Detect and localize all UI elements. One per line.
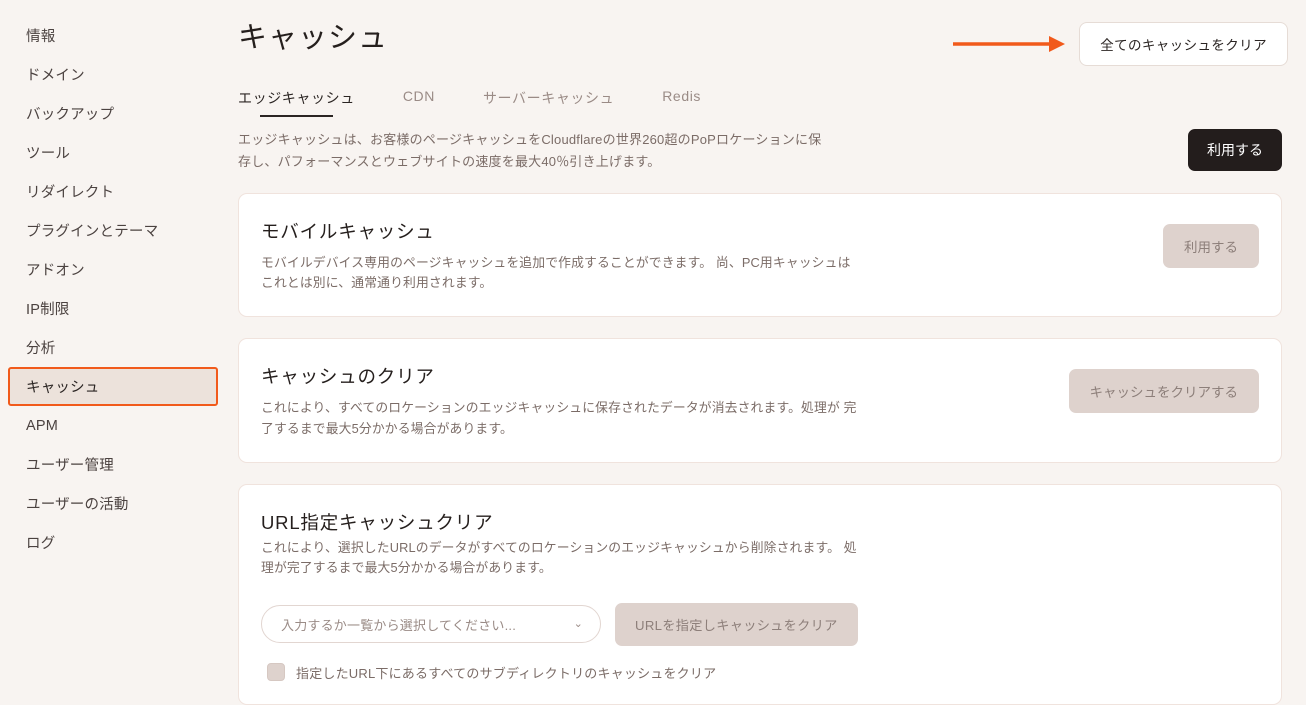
intro-description: エッジキャッシュは、お客様のページキャッシュをCloudflareの世界260超… bbox=[238, 132, 822, 169]
sidebar-item-label: 情報 bbox=[26, 29, 56, 45]
subdirectory-checkbox-label[interactable]: 指定したURL下にあるすべてのサブディレクトリのキャッシュをクリア bbox=[296, 663, 716, 682]
url-cache-controls: 入力するか一覧から選択してください... ⌄ URLを指定しキャッシュをクリア bbox=[261, 602, 1259, 646]
sidebar-item-analytics[interactable]: 分析 bbox=[8, 328, 218, 367]
page-header: キャッシュ 全てのキャッシュをクリア bbox=[232, 0, 1288, 66]
sidebar-item-label: アドオン bbox=[26, 263, 85, 279]
sidebar-item-label: 分析 bbox=[26, 341, 56, 357]
sidebar-item-cache[interactable]: キャッシュ bbox=[8, 367, 218, 406]
sidebar-item-label: IP制限 bbox=[26, 302, 70, 318]
card-description: これにより、選択したURLのデータがすべてのロケーションのエッジキャッシュから削… bbox=[261, 539, 857, 576]
chevron-down-icon: ⌄ bbox=[573, 617, 583, 630]
sidebar-item-label: キャッシュ bbox=[26, 380, 100, 396]
card-body: モバイルキャッシュ モバイルデバイス専用のページキャッシュを追加で作成することが… bbox=[261, 218, 1163, 294]
sidebar-item-tools[interactable]: ツール bbox=[8, 133, 218, 172]
clear-all-cache-button[interactable]: 全てのキャッシュをクリア bbox=[1079, 22, 1288, 66]
card-mobile-cache: モバイルキャッシュ モバイルデバイス専用のページキャッシュを追加で作成することが… bbox=[238, 192, 1282, 318]
sidebar-item-ip-restriction[interactable]: IP制限 bbox=[8, 289, 218, 328]
tab-cdn[interactable]: CDN bbox=[403, 88, 435, 117]
enable-edge-cache-button[interactable]: 利用する bbox=[1188, 129, 1282, 171]
card-actions: 利用する bbox=[1163, 218, 1259, 268]
clear-url-cache-button[interactable]: URLを指定しキャッシュをクリア bbox=[615, 602, 858, 646]
card-title: URL指定キャッシュクリア bbox=[261, 511, 494, 533]
sidebar-item-label: ユーザー管理 bbox=[26, 458, 114, 474]
sidebar-item-label: ツール bbox=[26, 146, 71, 162]
url-select-placeholder: 入力するか一覧から選択してください... bbox=[281, 617, 517, 633]
sidebar-item-info[interactable]: 情報 bbox=[8, 16, 218, 55]
sidebar-item-redirect[interactable]: リダイレクト bbox=[8, 172, 218, 211]
sidebar-item-label: ドメイン bbox=[26, 68, 85, 84]
clear-cache-button[interactable]: キャッシュをクリアする bbox=[1068, 369, 1259, 414]
sidebar-item-label: ユーザーの活動 bbox=[26, 497, 129, 513]
card-title: キャッシュのクリア bbox=[261, 366, 435, 388]
card-clear-cache: キャッシュのクリア これにより、すべてのロケーションのエッジキャッシュに保存され… bbox=[238, 338, 1282, 463]
sidebar-item-plugins-themes[interactable]: プラグインとテーマ bbox=[8, 211, 218, 250]
tab-server-cache[interactable]: サーバーキャッシュ bbox=[483, 88, 614, 117]
enable-mobile-cache-button[interactable]: 利用する bbox=[1163, 223, 1259, 268]
card-actions: キャッシュをクリアする bbox=[1068, 363, 1259, 414]
header-actions: 全てのキャッシュをクリア bbox=[953, 14, 1288, 66]
tab-redis[interactable]: Redis bbox=[662, 88, 701, 117]
sidebar-item-label: バックアップ bbox=[26, 107, 115, 123]
intro-section: エッジキャッシュは、お客様のページキャッシュをCloudflareの世界260超… bbox=[232, 117, 1288, 173]
card-url-cache-clear: URL指定キャッシュクリア これにより、選択したURLのデータがすべてのロケーシ… bbox=[238, 483, 1282, 705]
subdirectory-checkbox-row: 指定したURL下にあるすべてのサブディレクトリのキャッシュをクリア bbox=[261, 663, 1259, 682]
card-body: キャッシュのクリア これにより、すべてのロケーションのエッジキャッシュに保存され… bbox=[261, 363, 1069, 439]
sidebar-item-domain[interactable]: ドメイン bbox=[8, 55, 218, 94]
sidebar: 情報 ドメイン バックアップ ツール リダイレクト プラグインとテーマ アドオン… bbox=[0, 0, 226, 690]
sidebar-item-user-management[interactable]: ユーザー管理 bbox=[8, 445, 218, 484]
card-description: これにより、すべてのロケーションのエッジキャッシュに保存されたデータが消去されま… bbox=[261, 400, 857, 436]
main-content: キャッシュ 全てのキャッシュをクリア エッジキャッシュ CDN サーバーキャッシ… bbox=[226, 0, 1306, 705]
annotation-arrow-icon bbox=[953, 32, 1066, 56]
sidebar-item-label: プラグインとテーマ bbox=[26, 224, 159, 240]
sidebar-item-label: リダイレクト bbox=[26, 185, 115, 201]
card-body: URL指定キャッシュクリア これにより、選択したURLのデータがすべてのロケーシ… bbox=[261, 509, 1259, 682]
sidebar-item-addons[interactable]: アドオン bbox=[8, 250, 218, 289]
page-title: キャッシュ bbox=[238, 22, 389, 54]
sidebar-item-logs[interactable]: ログ bbox=[8, 523, 218, 562]
sidebar-item-backup[interactable]: バックアップ bbox=[8, 94, 218, 133]
sidebar-item-user-activity[interactable]: ユーザーの活動 bbox=[8, 484, 218, 523]
tab-bar: エッジキャッシュ CDN サーバーキャッシュ Redis bbox=[232, 88, 1288, 117]
card-description: モバイルデバイス専用のページキャッシュを追加で作成することができます。 尚、PC… bbox=[261, 254, 851, 291]
sidebar-item-apm[interactable]: APM bbox=[8, 406, 218, 445]
sidebar-item-label: APM bbox=[26, 417, 59, 434]
sidebar-item-label: ログ bbox=[26, 536, 56, 552]
subdirectory-checkbox[interactable] bbox=[267, 663, 285, 682]
tab-edge-cache[interactable]: エッジキャッシュ bbox=[238, 88, 355, 117]
card-title: モバイルキャッシュ bbox=[261, 220, 435, 242]
url-select[interactable]: 入力するか一覧から選択してください... ⌄ bbox=[261, 605, 601, 644]
